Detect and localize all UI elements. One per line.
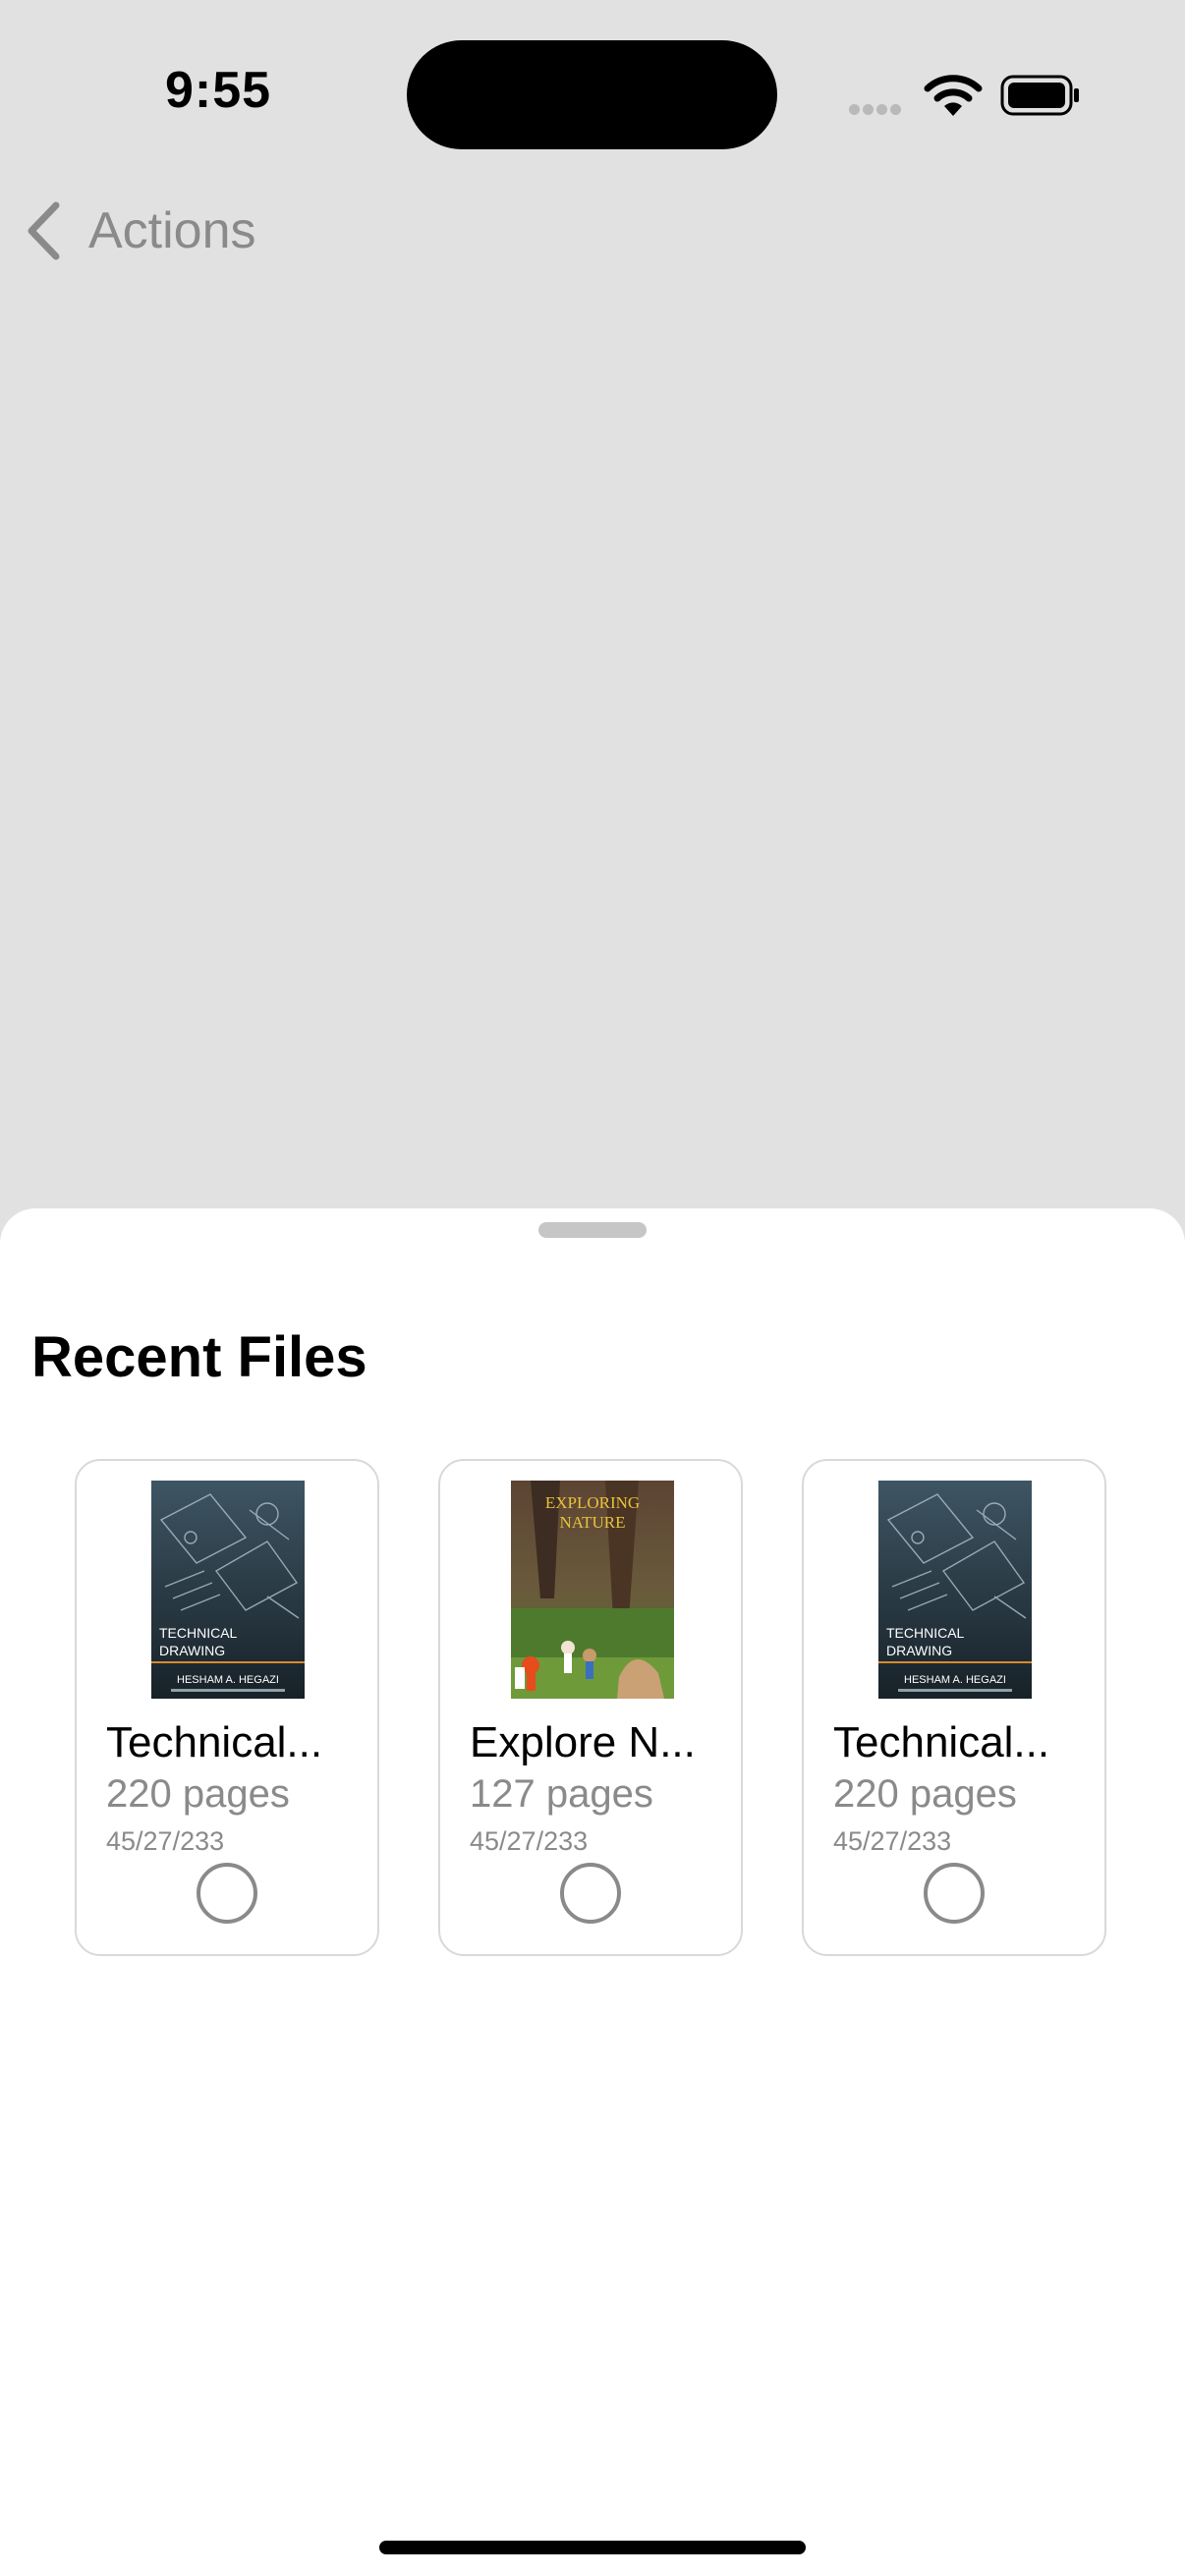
file-card[interactable]: TECHNICAL DRAWING HESHAM A. HEGAZI Techn…	[75, 1459, 379, 1956]
file-date: 45/27/233	[106, 1826, 225, 1856]
file-title: Technical...	[106, 1718, 323, 1766]
file-title: Explore N...	[470, 1718, 696, 1766]
svg-text:HESHAM A. HEGAZI: HESHAM A. HEGAZI	[177, 1674, 279, 1686]
file-card[interactable]: EXPLORING NATURE Explore N... 127 pages …	[438, 1459, 743, 1956]
book-cover: EXPLORING NATURE	[511, 1481, 674, 1699]
svg-text:DRAWING: DRAWING	[886, 1643, 952, 1658]
sheet-title: Recent Files	[31, 1325, 367, 1389]
file-pages: 127 pages	[470, 1772, 653, 1816]
book-cover: TECHNICAL DRAWING HESHAM A. HEGAZI	[151, 1481, 305, 1699]
book-cover: TECHNICAL DRAWING HESHAM A. HEGAZI	[878, 1481, 1032, 1699]
home-indicator[interactable]	[379, 2541, 806, 2554]
back-button-label: Actions	[88, 202, 256, 259]
svg-text:HESHAM A. HEGAZI: HESHAM A. HEGAZI	[904, 1674, 1006, 1686]
file-card[interactable]: TECHNICAL DRAWING HESHAM A. HEGAZI Techn…	[802, 1459, 1106, 1956]
battery-icon	[1000, 75, 1079, 116]
svg-text:TECHNICAL: TECHNICAL	[159, 1625, 238, 1641]
svg-text:NATURE: NATURE	[559, 1513, 625, 1532]
cellular-signal-icon	[849, 102, 904, 120]
radio-circle-icon[interactable]	[924, 1863, 985, 1924]
file-pages: 220 pages	[106, 1772, 290, 1816]
chevron-left-icon	[28, 201, 60, 260]
sheet-grabber[interactable]	[538, 1222, 647, 1238]
svg-text:TECHNICAL: TECHNICAL	[886, 1625, 965, 1641]
file-title: Technical...	[833, 1718, 1050, 1766]
wifi-icon	[924, 75, 983, 116]
back-button[interactable]: Actions	[24, 196, 256, 265]
svg-text:DRAWING: DRAWING	[159, 1643, 225, 1658]
file-date: 45/27/233	[833, 1826, 952, 1856]
radio-circle-icon[interactable]	[560, 1863, 621, 1924]
file-date: 45/27/233	[470, 1826, 589, 1856]
recent-files-sheet: Recent Files TECHNICAL DRAWING HESHAM A.…	[0, 1208, 1185, 2576]
file-pages: 220 pages	[833, 1772, 1017, 1816]
status-bar: 9:55	[0, 0, 1185, 196]
radio-circle-icon[interactable]	[197, 1863, 257, 1924]
svg-text:EXPLORING: EXPLORING	[545, 1493, 640, 1512]
dynamic-island	[407, 40, 777, 149]
status-time: 9:55	[165, 62, 272, 119]
